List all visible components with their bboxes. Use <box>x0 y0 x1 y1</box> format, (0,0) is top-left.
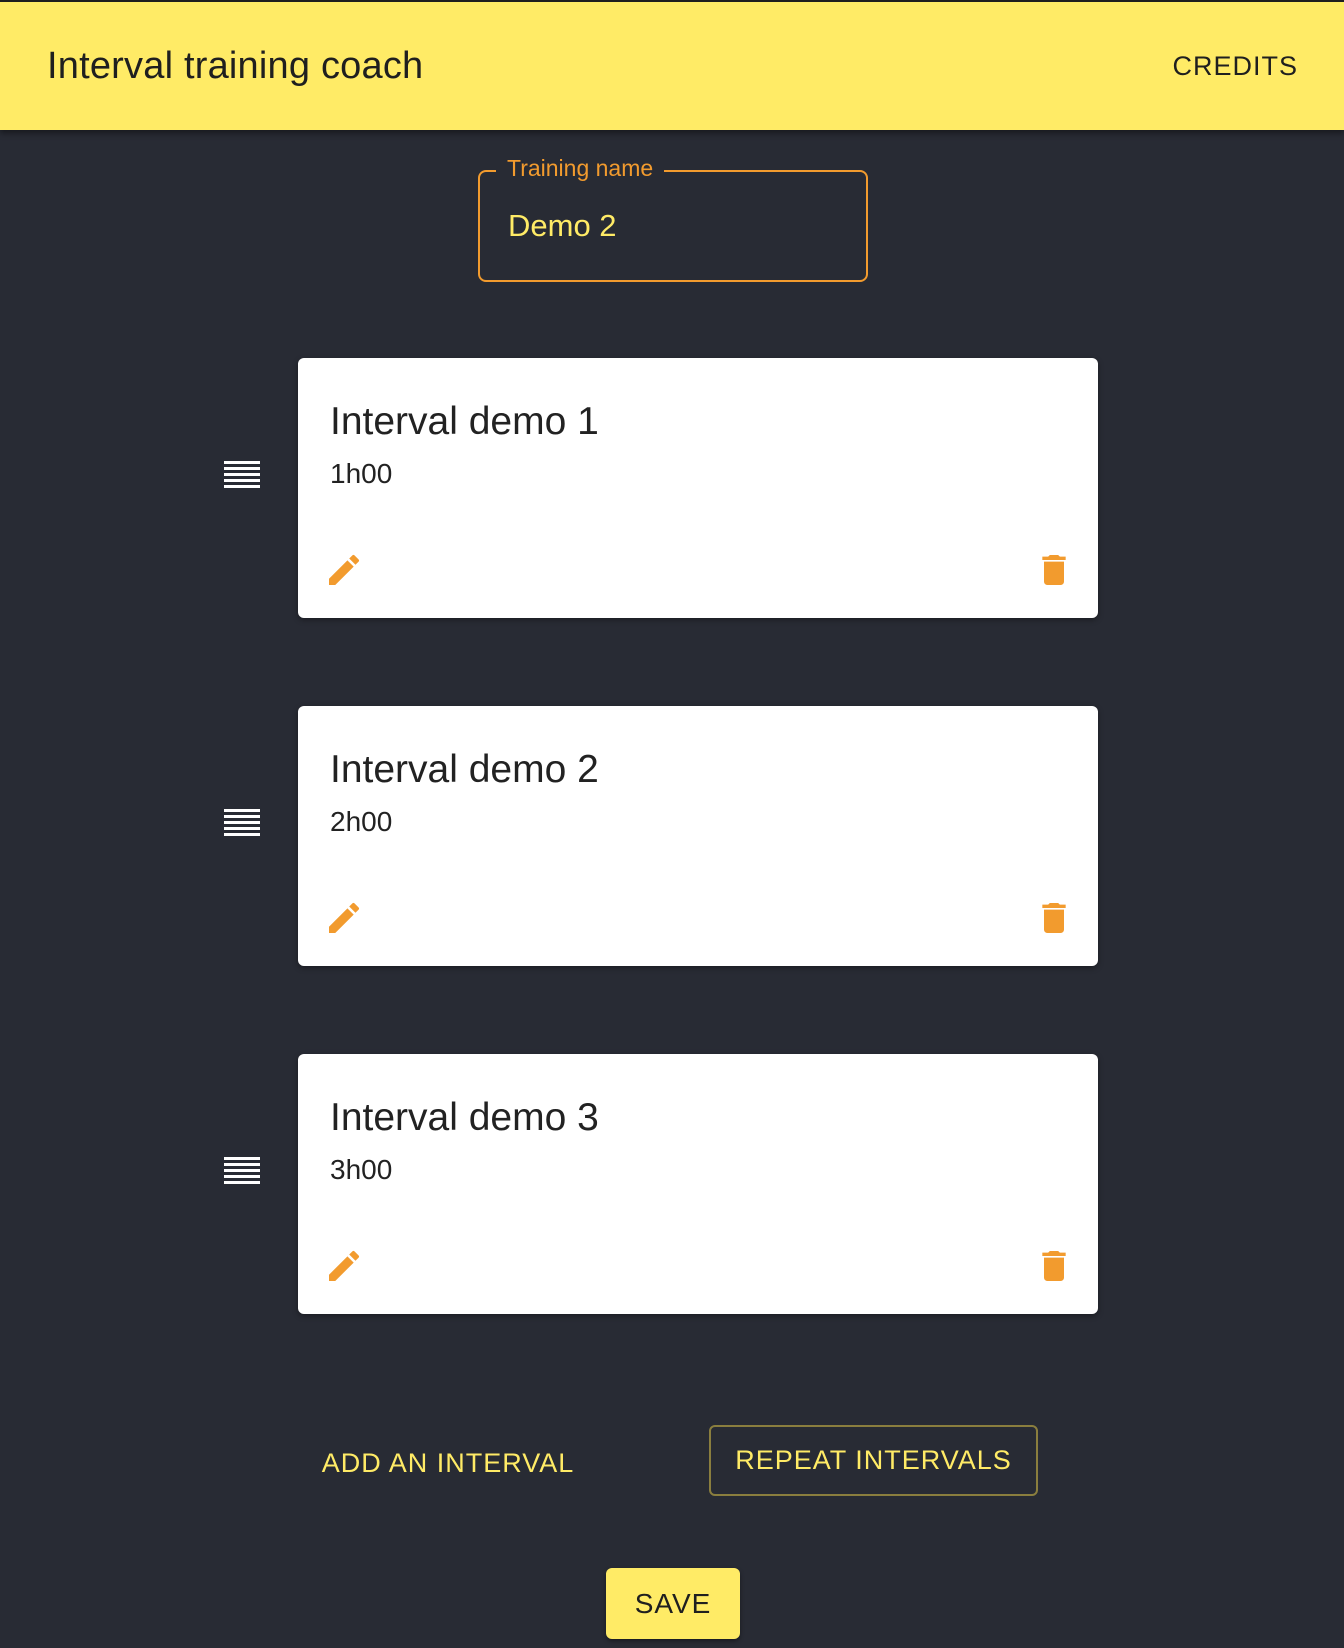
delete-button[interactable] <box>1034 1246 1074 1286</box>
interval-duration: 2h00 <box>330 806 393 837</box>
training-name-input[interactable] <box>508 208 828 244</box>
interval-card: Interval demo 1 1h00 <box>298 358 1098 618</box>
trash-icon <box>1042 1251 1066 1281</box>
drag-handle-icon[interactable] <box>224 1157 260 1185</box>
add-interval-button[interactable]: ADD AN INTERVAL <box>310 1440 586 1486</box>
edit-button[interactable] <box>324 898 364 938</box>
interval-title: Interval demo 1 <box>330 400 599 443</box>
pencil-icon <box>329 902 360 933</box>
interval-card: Interval demo 2 2h00 <box>298 706 1098 966</box>
credits-button[interactable]: CREDITS <box>1172 51 1298 82</box>
interval-title: Interval demo 3 <box>330 1096 599 1139</box>
trash-icon <box>1042 555 1066 585</box>
drag-handle-icon[interactable] <box>224 809 260 837</box>
pencil-icon <box>329 554 360 585</box>
training-name-label: Training name <box>496 155 665 182</box>
delete-button[interactable] <box>1034 550 1074 590</box>
interval-duration: 3h00 <box>330 1154 393 1185</box>
trash-icon <box>1042 903 1066 933</box>
interval-title: Interval demo 2 <box>330 748 599 791</box>
edit-button[interactable] <box>324 1246 364 1286</box>
repeat-intervals-button[interactable]: REPEAT INTERVALS <box>709 1425 1038 1496</box>
edit-button[interactable] <box>324 550 364 590</box>
save-button[interactable]: SAVE <box>606 1568 740 1639</box>
delete-button[interactable] <box>1034 898 1074 938</box>
training-name-field[interactable]: Training name <box>478 155 868 282</box>
interval-row: Interval demo 2 2h00 <box>0 706 1344 966</box>
app-bar: Interval training coach CREDITS <box>0 0 1344 130</box>
drag-handle-icon[interactable] <box>224 461 260 489</box>
interval-duration: 1h00 <box>330 458 393 489</box>
interval-row: Interval demo 3 3h00 <box>0 1054 1344 1314</box>
pencil-icon <box>329 1250 360 1281</box>
app-title: Interval training coach <box>47 44 424 87</box>
interval-row: Interval demo 1 1h00 <box>0 358 1344 618</box>
interval-card: Interval demo 3 3h00 <box>298 1054 1098 1314</box>
